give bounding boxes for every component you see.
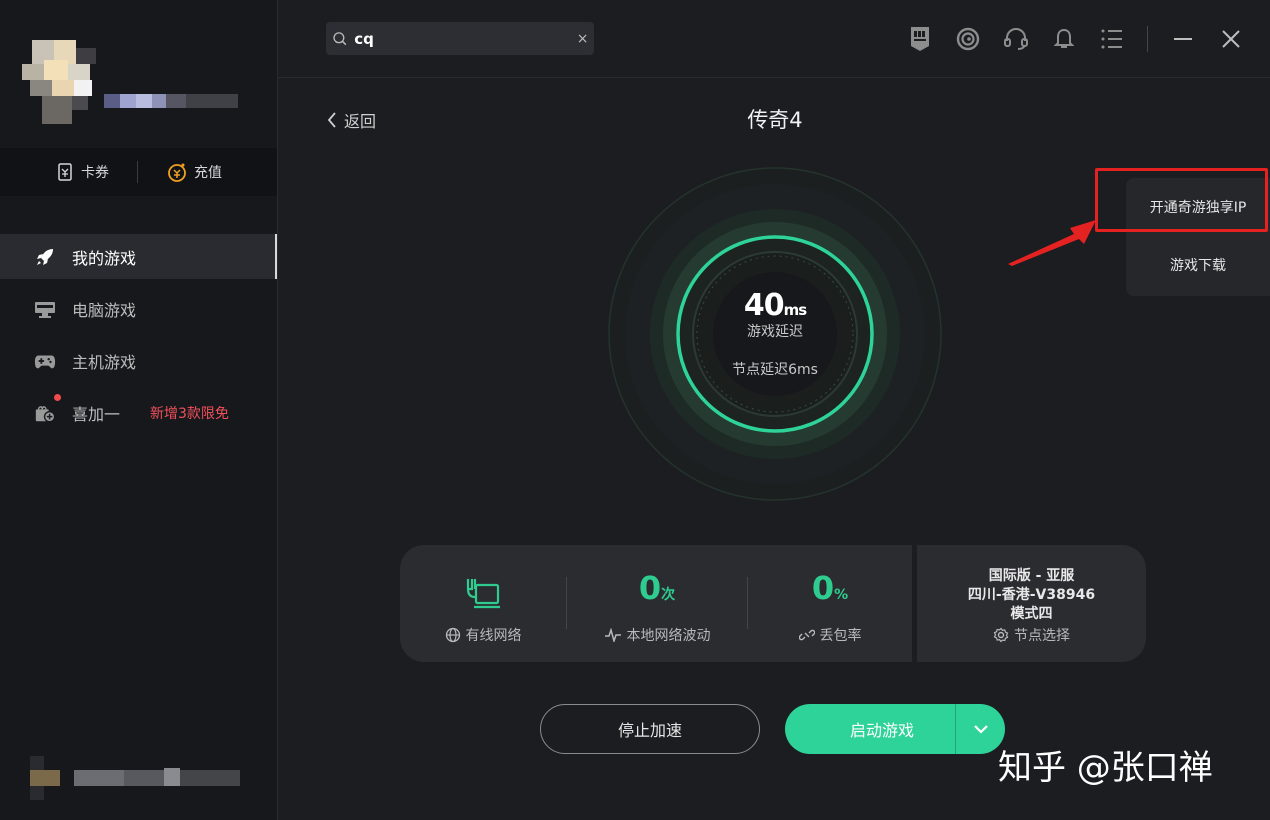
pulse-icon (604, 628, 621, 642)
bell-icon[interactable] (1051, 24, 1077, 54)
app-window: 卡券 充值 我的游戏 电脑游戏 主机游戏 喜加一 新增3款限免 cq × 返回 … (0, 0, 1270, 820)
launch-game-button[interactable]: 启动游戏 (785, 704, 1005, 754)
packet-loss-value: 0 (811, 569, 835, 607)
coupon-icon (58, 163, 72, 181)
page-title: 传奇4 (747, 108, 803, 132)
latency-value: 40 (743, 288, 785, 323)
top-toolbar (907, 24, 1244, 54)
sidebar-item-free-games[interactable]: 喜加一 新增3款限免 (0, 390, 278, 435)
recharge-coin-icon (168, 163, 186, 182)
ethernet-icon (466, 579, 500, 609)
game-download-menu-item[interactable]: 游戏下载 (1126, 236, 1270, 294)
pc-icon (34, 298, 56, 320)
sidebar-item-label: 我的游戏 (72, 248, 137, 268)
chevron-left-icon (327, 112, 336, 128)
sidebar-border (277, 0, 278, 820)
broken-link-icon (798, 629, 815, 641)
account-info[interactable] (30, 756, 255, 800)
headset-support-icon[interactable] (1003, 24, 1029, 54)
latency-label: 游戏延迟 (747, 324, 803, 340)
sidebar-item-label: 主机游戏 (72, 352, 137, 372)
gear-icon (993, 627, 1009, 643)
avatar[interactable] (22, 40, 102, 126)
sidebar-nav: 我的游戏 电脑游戏 主机游戏 喜加一 新增3款限免 (0, 234, 278, 442)
latency-unit: ms (783, 301, 808, 319)
gift-icon (34, 402, 56, 424)
wallet-divider (137, 161, 138, 183)
launch-game-label: 启动游戏 (849, 721, 914, 740)
fluctuation-label: 本地网络波动 (626, 628, 711, 644)
sidebar-item-pc-games[interactable]: 电脑游戏 (0, 286, 278, 331)
server-mode: 模式四 (1010, 606, 1053, 622)
stat-node-select[interactable]: 国际版 - 亚服 四川-香港-V38946 模式四 节点选择 (917, 545, 1146, 662)
server-route: 四川-香港-V38946 (967, 587, 1096, 603)
free-games-promo: 新增3款限免 (150, 405, 229, 422)
toolbar-divider (1147, 26, 1148, 52)
sidebar-item-console-games[interactable]: 主机游戏 (0, 338, 278, 383)
fluctuation-unit: 次 (661, 587, 676, 603)
coupon-button[interactable]: 卡券 (55, 162, 109, 182)
node-select-label: 节点选择 (1014, 628, 1070, 644)
sidebar-item-my-games[interactable]: 我的游戏 (0, 234, 278, 279)
ubisoft-icon[interactable] (955, 24, 981, 54)
server-region: 国际版 - 亚服 (988, 568, 1075, 584)
back-button[interactable]: 返回 (326, 108, 376, 132)
coupon-label: 卡券 (81, 165, 109, 181)
epic-games-icon[interactable] (907, 24, 933, 54)
stat-network: 有线网络 (400, 545, 566, 662)
sidebar-item-label: 喜加一 (72, 404, 121, 424)
stop-acceleration-button[interactable]: 停止加速 (540, 704, 760, 754)
rocket-icon (34, 246, 56, 268)
recharge-button[interactable]: 充值 (166, 161, 222, 183)
packet-loss-unit: % (834, 587, 849, 603)
annotation-highlight-box (1095, 168, 1268, 232)
search-input[interactable] (354, 29, 572, 48)
top-bar: × (278, 0, 1270, 78)
sidebar-item-label: 电脑游戏 (72, 300, 137, 320)
username (100, 94, 240, 108)
network-type-label: 有线网络 (465, 628, 522, 644)
recharge-label: 充值 (194, 165, 222, 181)
packet-loss-label: 丢包率 (819, 628, 862, 644)
wallet-bar: 卡券 充值 (0, 148, 278, 196)
gamepad-icon (34, 350, 56, 372)
menu-list-icon[interactable] (1099, 24, 1125, 54)
search-icon (333, 31, 347, 45)
zhihu-watermark: 知乎 @张口禅 (998, 748, 1213, 788)
globe-icon (445, 627, 460, 643)
minimize-icon[interactable] (1170, 24, 1196, 54)
notification-dot (54, 394, 61, 401)
chevron-down-icon (973, 725, 988, 734)
fluctuation-value: 0 (638, 569, 662, 607)
back-label: 返回 (344, 112, 377, 131)
annotation-arrow (1008, 220, 1096, 266)
clear-search-button[interactable]: × (571, 31, 594, 47)
node-latency: 节点延迟6ms (732, 362, 818, 378)
latency-readout: 40ms 游戏延迟 (700, 288, 850, 341)
search-box: × (326, 22, 594, 55)
sidebar: 卡券 充值 我的游戏 电脑游戏 主机游戏 喜加一 新增3款限免 (0, 0, 278, 820)
close-icon[interactable] (1218, 24, 1244, 54)
stat-packet-loss: 0% 丢包率 (748, 545, 912, 662)
stat-fluctuation: 0次 本地网络波动 (567, 545, 747, 662)
